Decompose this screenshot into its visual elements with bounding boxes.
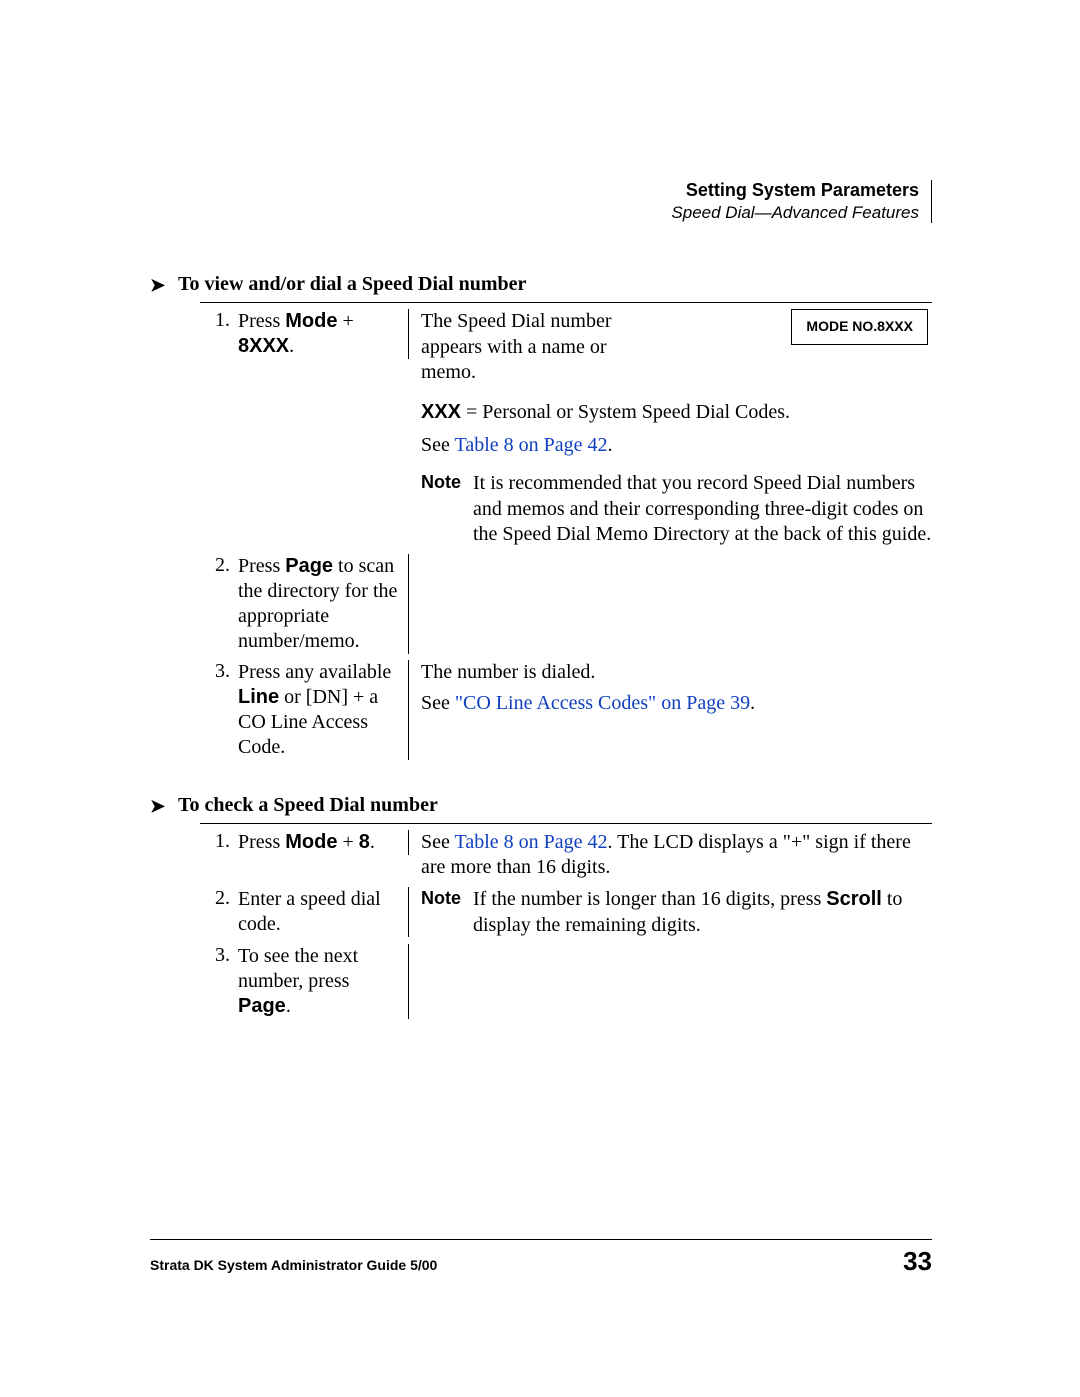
step-right: Note If the number is longer than 16 dig… xyxy=(409,887,932,938)
arrow-icon: ➤ xyxy=(150,275,178,296)
header-title: Setting System Parameters xyxy=(150,180,919,201)
page-header: Setting System Parameters Speed Dial—Adv… xyxy=(150,180,932,223)
cross-ref-link[interactable]: "CO Line Access Codes" on Page 39 xyxy=(455,692,750,714)
divider xyxy=(200,302,932,303)
divider xyxy=(200,823,932,824)
step-left: 2. Press Page to scan the directory for … xyxy=(200,554,409,654)
step-right: MODE NO.8XXX The Speed Dial number appea… xyxy=(409,309,932,548)
step-left: 2. Enter a speed dial code. xyxy=(200,887,409,937)
step-left: 3. To see the next number, press Page. xyxy=(200,944,409,1019)
arrow-icon: ➤ xyxy=(150,796,178,817)
step-row: 1. Press Mode + 8. See Table 8 on Page 4… xyxy=(200,830,932,881)
header-subtitle: Speed Dial—Advanced Features xyxy=(150,203,919,223)
footer-doc-title: Strata DK System Administrator Guide 5/0… xyxy=(150,1257,437,1273)
section-title-1: ➤To view and/or dial a Speed Dial number xyxy=(150,273,932,296)
step-right: The number is dialed. See "CO Line Acces… xyxy=(409,660,932,717)
cross-ref-link[interactable]: Table 8 on Page 42 xyxy=(455,831,608,853)
section-title-2: ➤To check a Speed Dial number xyxy=(150,794,932,817)
cross-ref-link[interactable]: Table 8 on Page 42 xyxy=(455,434,608,456)
step-row: 3. To see the next number, press Page. xyxy=(200,944,932,1019)
step-left: 1. Press Mode + 8XXX. xyxy=(200,309,409,359)
step-right: See Table 8 on Page 42. The LCD displays… xyxy=(409,830,932,881)
note: Note It is recommended that you record S… xyxy=(421,471,932,548)
step-row: 2. Enter a speed dial code. Note If the … xyxy=(200,887,932,938)
page-number: 33 xyxy=(903,1246,932,1277)
footer-rule xyxy=(150,1239,932,1240)
step-row: 1. Press Mode + 8XXX. MODE NO.8XXX The S… xyxy=(200,309,932,548)
step-row: 3. Press any available Line or [DN] + a … xyxy=(200,660,932,760)
lcd-display: MODE NO.8XXX xyxy=(791,309,928,345)
page-footer: Strata DK System Administrator Guide 5/0… xyxy=(150,1239,932,1277)
page-body: Setting System Parameters Speed Dial—Adv… xyxy=(150,180,932,1257)
step-left: 3. Press any available Line or [DN] + a … xyxy=(200,660,409,760)
step-left: 1. Press Mode + 8. xyxy=(200,830,409,855)
step-row: 2. Press Page to scan the directory for … xyxy=(200,554,932,654)
note: Note If the number is longer than 16 dig… xyxy=(421,887,932,938)
